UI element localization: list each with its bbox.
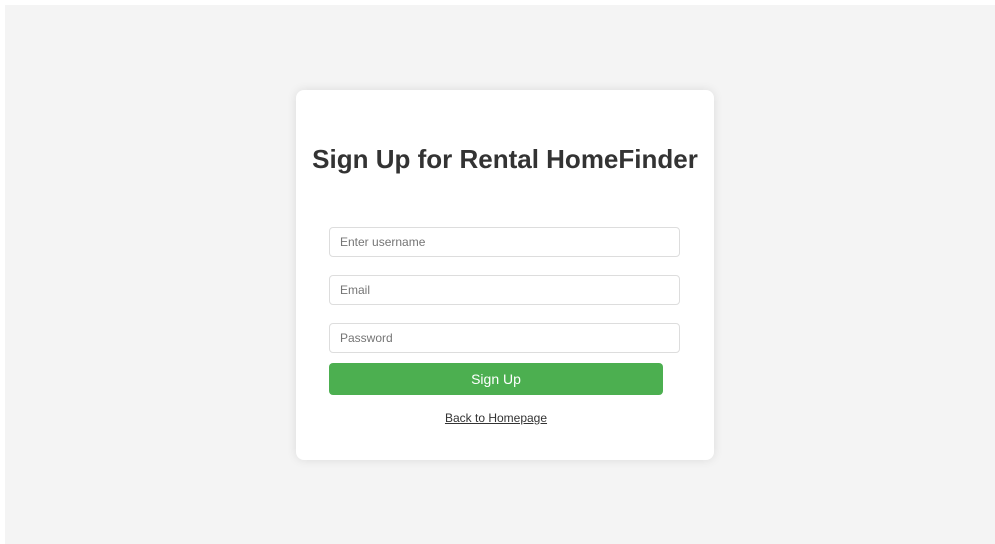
page-background: Sign Up for Rental HomeFinder Sign Up Ba… bbox=[5, 5, 995, 544]
username-input[interactable] bbox=[329, 227, 680, 257]
password-input[interactable] bbox=[329, 323, 680, 353]
page-title: Sign Up for Rental HomeFinder bbox=[312, 144, 698, 174]
email-input[interactable] bbox=[329, 275, 680, 305]
sign-up-button[interactable]: Sign Up bbox=[329, 363, 663, 395]
signup-card: Sign Up for Rental HomeFinder Sign Up Ba… bbox=[296, 90, 714, 460]
back-to-homepage-link[interactable]: Back to Homepage bbox=[296, 411, 696, 425]
